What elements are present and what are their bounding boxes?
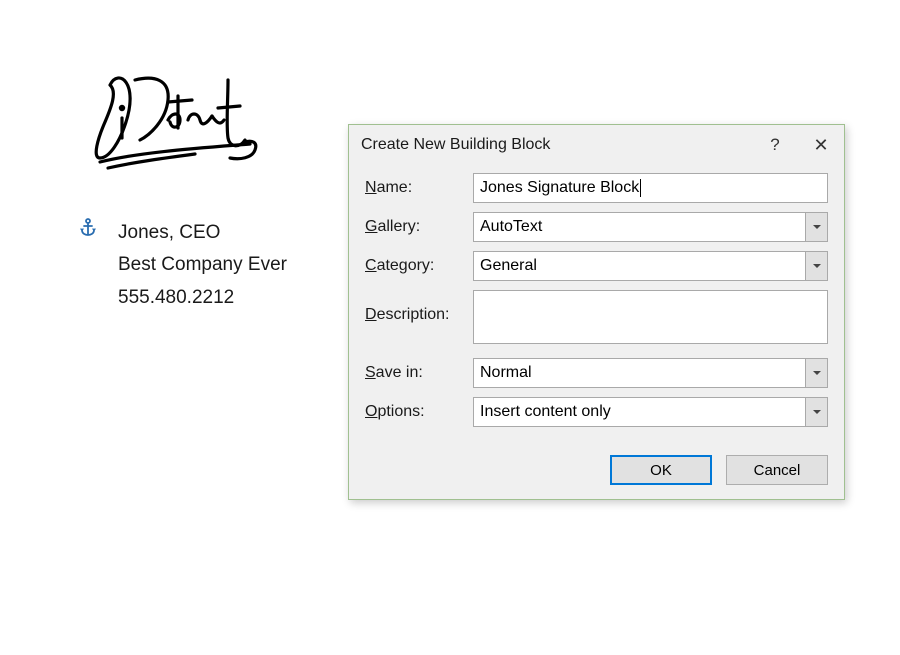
anchor-icon bbox=[80, 218, 96, 241]
options-combo[interactable]: Insert content only bbox=[473, 397, 828, 427]
category-label: Category: bbox=[365, 257, 473, 275]
options-dropdown-button[interactable] bbox=[805, 398, 827, 426]
chevron-down-icon bbox=[813, 410, 821, 414]
dialog-titlebar: Create New Building Block ? ✕ bbox=[349, 125, 844, 165]
close-icon: ✕ bbox=[813, 135, 828, 156]
options-value: Insert content only bbox=[474, 398, 805, 426]
signature-text-block: Jones, CEO Best Company Ever 555.480.221… bbox=[118, 217, 287, 314]
category-dropdown-button[interactable] bbox=[805, 252, 827, 280]
name-input[interactable]: Jones Signature Block bbox=[473, 173, 828, 203]
signature-line-1: Jones, CEO bbox=[118, 217, 287, 249]
create-building-block-dialog: Create New Building Block ? ✕ Name: Jone… bbox=[348, 124, 845, 500]
name-label: Name: bbox=[365, 179, 473, 197]
gallery-label: Gallery: bbox=[365, 218, 473, 236]
name-input-text: Jones Signature Block bbox=[480, 179, 639, 197]
category-combo[interactable]: General bbox=[473, 251, 828, 281]
category-value: General bbox=[474, 252, 805, 280]
gallery-dropdown-button[interactable] bbox=[805, 213, 827, 241]
help-icon: ? bbox=[770, 135, 779, 155]
save-in-dropdown-button[interactable] bbox=[805, 359, 827, 387]
close-button[interactable]: ✕ bbox=[798, 125, 844, 165]
help-button[interactable]: ? bbox=[752, 125, 798, 165]
save-in-value: Normal bbox=[474, 359, 805, 387]
gallery-value: AutoText bbox=[474, 213, 805, 241]
chevron-down-icon bbox=[813, 225, 821, 229]
options-label: Options: bbox=[365, 403, 473, 421]
signature-line-3: 555.480.2212 bbox=[118, 282, 287, 314]
cancel-button[interactable]: Cancel bbox=[726, 455, 828, 485]
signature-image bbox=[80, 70, 280, 185]
save-in-combo[interactable]: Normal bbox=[473, 358, 828, 388]
chevron-down-icon bbox=[813, 264, 821, 268]
description-label: Description: bbox=[365, 290, 473, 324]
signature-line-2: Best Company Ever bbox=[118, 249, 287, 281]
save-in-label: Save in: bbox=[365, 364, 473, 382]
gallery-combo[interactable]: AutoText bbox=[473, 212, 828, 242]
description-input[interactable] bbox=[473, 290, 828, 344]
dialog-title: Create New Building Block bbox=[361, 136, 752, 154]
chevron-down-icon bbox=[813, 371, 821, 375]
text-caret bbox=[640, 179, 641, 197]
ok-button[interactable]: OK bbox=[610, 455, 712, 485]
